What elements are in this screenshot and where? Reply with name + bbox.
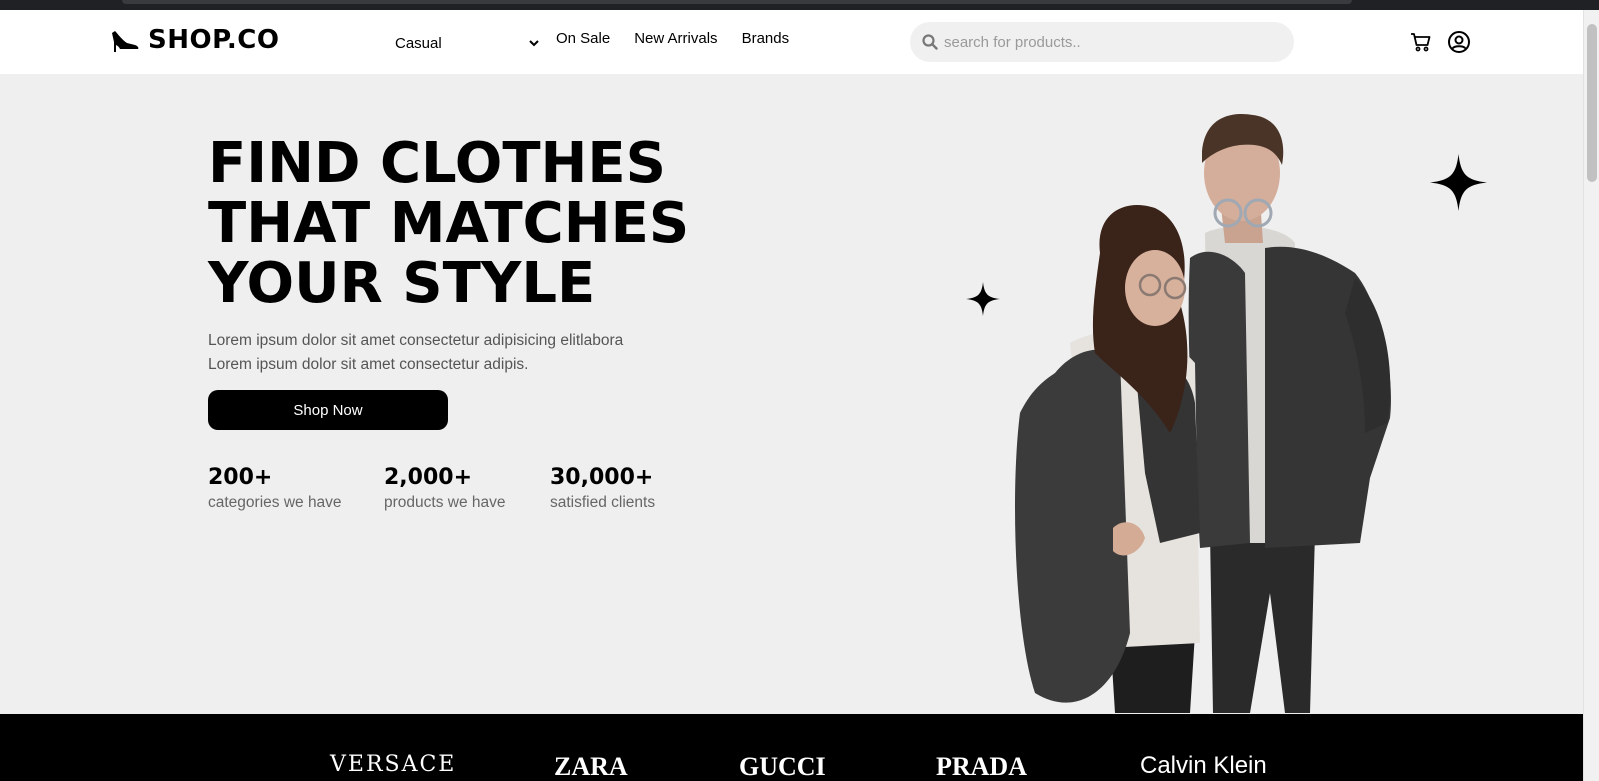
sparkle-icon xyxy=(1430,154,1487,211)
shop-now-button[interactable]: Shop Now xyxy=(208,390,448,430)
brand-bar: VERSACE ZARA GUCCI PRADA Calvin Klein xyxy=(0,714,1583,781)
stat-categories: 200+ categories we have xyxy=(208,465,384,512)
category-select[interactable]: Casual xyxy=(395,30,540,56)
search-icon xyxy=(922,34,938,50)
hero-description: Lorem ipsum dolor sit amet consectetur a… xyxy=(208,329,668,377)
stat-label: categories we have xyxy=(208,494,342,511)
stat-value: 30,000+ xyxy=(550,465,654,490)
nav-links: On Sale New Arrivals Brands xyxy=(556,30,789,47)
brand-logo-calvin-klein: Calvin Klein xyxy=(1140,752,1267,779)
hero-description-line: Lorem ipsum dolor sit amet consectetur a… xyxy=(208,356,529,373)
search-box xyxy=(910,22,1294,62)
hero-title: FIND CLOTHES THAT MATCHES YOUR STYLE xyxy=(208,134,728,314)
hero-model-image xyxy=(1015,113,1391,713)
brand-logo-zara: ZARA xyxy=(554,752,628,781)
category-select-value: Casual xyxy=(395,34,442,52)
hero-title-line: YOUR STYLE xyxy=(208,251,596,316)
stat-clients: 30,000+ satisfied clients xyxy=(550,465,710,512)
browser-tab-edge xyxy=(122,0,1352,4)
stat-value: 200+ xyxy=(208,465,273,490)
stats: 200+ categories we have 2,000+ products … xyxy=(208,465,710,512)
hero-description-line: Lorem ipsum dolor sit amet consectetur a… xyxy=(208,332,624,349)
stat-label: products we have xyxy=(384,494,506,511)
hero-title-line: THAT MATCHES xyxy=(208,191,690,256)
vertical-scrollbar[interactable] xyxy=(1583,10,1599,781)
hero-title-line: FIND CLOTHES xyxy=(208,131,666,196)
stat-value: 2,000+ xyxy=(384,465,473,490)
nav-link-on-sale[interactable]: On Sale xyxy=(556,30,610,47)
logo-text: SHOP.CO xyxy=(148,25,280,55)
nav-link-brands[interactable]: Brands xyxy=(742,30,790,47)
navbar: SHOP.CO Casual On Sale New Arrivals Bran… xyxy=(0,10,1583,74)
high-heel-icon xyxy=(112,31,139,52)
page: SHOP.CO Casual On Sale New Arrivals Bran… xyxy=(0,10,1583,781)
brand-logo-versace: VERSACE xyxy=(330,752,457,777)
stat-products: 2,000+ products we have xyxy=(384,465,550,512)
search-input[interactable] xyxy=(944,33,1274,51)
brand-logo-gucci: GUCCI xyxy=(739,752,826,781)
chevron-down-icon xyxy=(529,40,539,47)
cart-icon[interactable] xyxy=(1409,30,1433,54)
nav-link-new-arrivals[interactable]: New Arrivals xyxy=(634,30,717,47)
user-account-icon[interactable] xyxy=(1447,30,1471,54)
browser-chrome xyxy=(0,0,1599,10)
logo[interactable]: SHOP.CO xyxy=(110,25,279,55)
stat-label: satisfied clients xyxy=(550,494,656,511)
scrollbar-thumb[interactable] xyxy=(1587,24,1597,182)
brand-logo-prada: PRADA xyxy=(936,752,1027,781)
